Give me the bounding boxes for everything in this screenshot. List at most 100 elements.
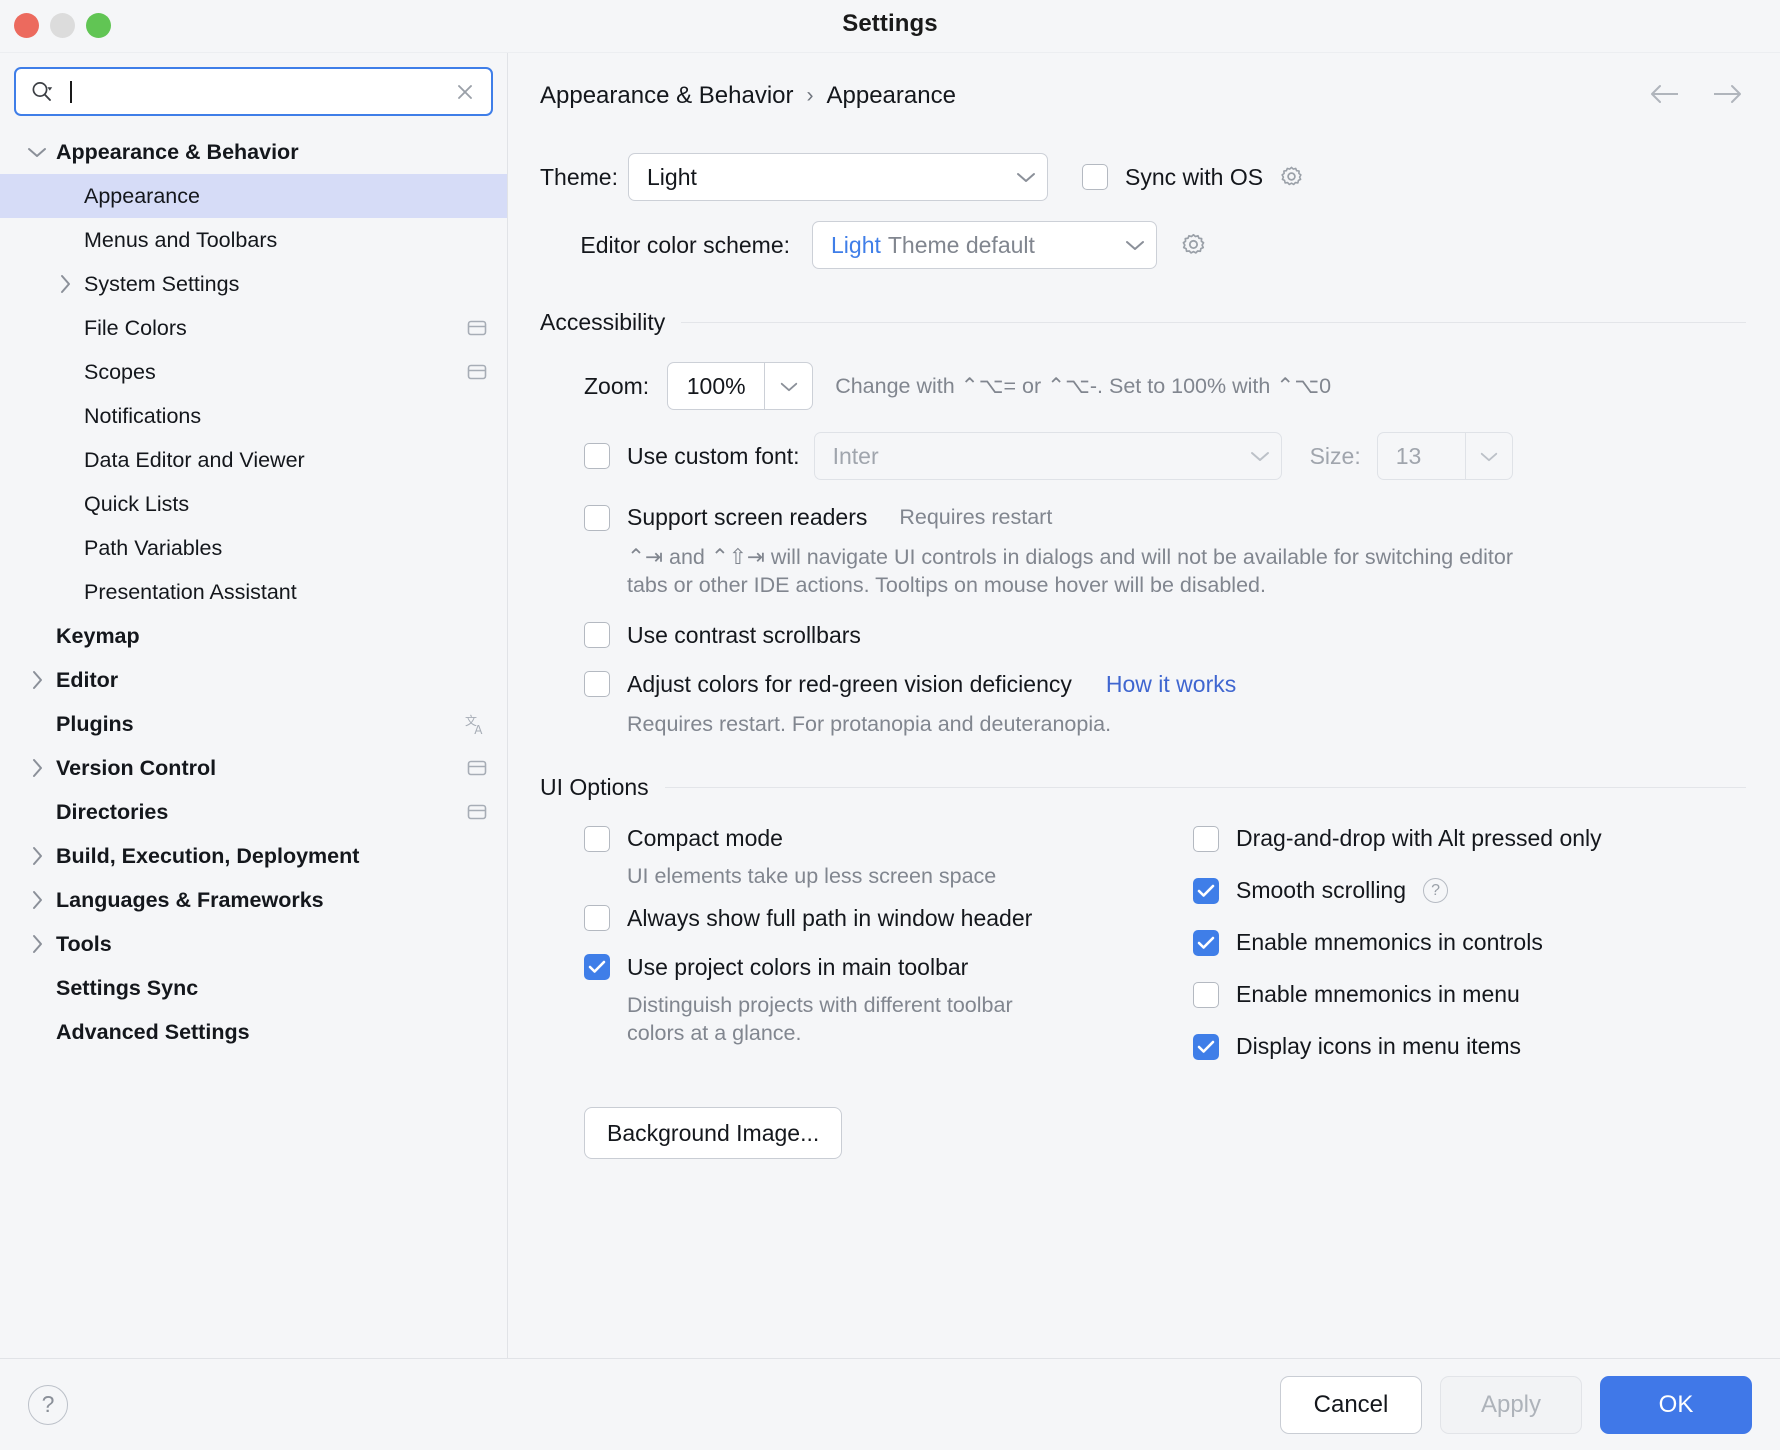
adjust-colors-label: Adjust colors for red-green vision defic… bbox=[627, 671, 1072, 698]
ok-button[interactable]: OK bbox=[1600, 1376, 1752, 1434]
ui-option-checkbox[interactable] bbox=[1193, 930, 1219, 956]
chevron-down-icon[interactable] bbox=[764, 363, 812, 409]
checkbox-row[interactable]: Always show full path in window header bbox=[584, 905, 1193, 932]
chevron-right-icon[interactable] bbox=[50, 269, 80, 299]
search-box[interactable] bbox=[14, 67, 493, 116]
checkbox-row[interactable]: Enable mnemonics in controls bbox=[1193, 929, 1750, 956]
gear-icon[interactable] bbox=[1275, 160, 1309, 194]
sidebar-item-editor[interactable]: Editor bbox=[0, 658, 507, 702]
checkbox-row[interactable]: Smooth scrolling? bbox=[1193, 877, 1750, 904]
sidebar-item-directories[interactable]: Directories bbox=[0, 790, 507, 834]
adjust-colors-checkbox[interactable] bbox=[584, 671, 610, 697]
project-scope-icon bbox=[465, 316, 489, 340]
zoom-stepper[interactable]: 100% bbox=[667, 362, 813, 410]
red-green-row[interactable]: Adjust colors for red-green vision defic… bbox=[538, 671, 1750, 698]
chevron-right-icon[interactable] bbox=[22, 753, 52, 783]
chevron-down-icon[interactable] bbox=[1465, 433, 1512, 479]
screen-readers-row[interactable]: Support screen readers Requires restart bbox=[538, 504, 1750, 531]
sidebar-item-appearance-behavior[interactable]: Appearance & Behavior bbox=[0, 130, 507, 174]
ui-options-left-column: Compact modeUI elements take up less scr… bbox=[538, 825, 1193, 1085]
use-contrast-scrollbars-row[interactable]: Use contrast scrollbars bbox=[584, 622, 861, 649]
help-icon[interactable]: ? bbox=[1423, 878, 1448, 903]
contrast-scrollbars-row[interactable]: Use contrast scrollbars bbox=[538, 622, 1750, 649]
sidebar-item-scopes[interactable]: Scopes bbox=[0, 350, 507, 394]
sidebar-item-plugins[interactable]: Plugins文A bbox=[0, 702, 507, 746]
sidebar-item-languages-frameworks[interactable]: Languages & Frameworks bbox=[0, 878, 507, 922]
sidebar-item-appearance[interactable]: Appearance bbox=[0, 174, 507, 218]
background-image-button[interactable]: Background Image... bbox=[584, 1107, 842, 1159]
close-icon[interactable] bbox=[451, 78, 479, 106]
editor-color-scheme-select[interactable]: Light Theme default bbox=[812, 221, 1157, 269]
zoom-hint: Change with ⌃⌥= or ⌃⌥-. Set to 100% with… bbox=[835, 374, 1331, 399]
support-screen-readers-row[interactable]: Support screen readers bbox=[584, 504, 867, 531]
font-size-value[interactable]: 13 bbox=[1378, 433, 1465, 479]
font-size-stepper[interactable]: 13 bbox=[1377, 432, 1513, 480]
apply-button[interactable]: Apply bbox=[1440, 1376, 1582, 1434]
sidebar-item-menus-and-toolbars[interactable]: Menus and Toolbars bbox=[0, 218, 507, 262]
checkbox-row[interactable]: Display icons in menu items bbox=[1193, 1033, 1750, 1060]
how-it-works-link[interactable]: How it works bbox=[1106, 671, 1236, 698]
checkbox-row[interactable]: Compact mode bbox=[584, 825, 1193, 852]
editor-color-scheme-label: Editor color scheme: bbox=[540, 232, 812, 259]
ui-option-checkbox[interactable] bbox=[1193, 878, 1219, 904]
ui-option-checkbox[interactable] bbox=[584, 954, 610, 980]
use-contrast-scrollbars-checkbox[interactable] bbox=[584, 622, 610, 648]
editor-color-scheme-row: Editor color scheme: Light Theme default bbox=[538, 221, 1750, 269]
editor-color-scheme-value-rest: Theme default bbox=[888, 232, 1035, 259]
sidebar-item-version-control[interactable]: Version Control bbox=[0, 746, 507, 790]
sidebar-item-label: Keymap bbox=[56, 624, 140, 649]
screen-readers-description: ⌃⇥ and ⌃⇧⇥ will navigate UI controls in … bbox=[538, 543, 1750, 600]
ui-options-section-title: UI Options bbox=[540, 774, 649, 801]
ui-option-checkbox[interactable] bbox=[1193, 982, 1219, 1008]
sidebar-item-notifications[interactable]: Notifications bbox=[0, 394, 507, 438]
checkbox-row[interactable]: Enable mnemonics in menu bbox=[1193, 981, 1750, 1008]
gear-icon[interactable] bbox=[1177, 228, 1211, 262]
sidebar-item-label: Notifications bbox=[84, 404, 201, 429]
chevron-right-icon[interactable] bbox=[22, 841, 52, 871]
sync-with-os-row[interactable]: Sync with OS bbox=[1082, 164, 1263, 191]
chevron-right-icon[interactable] bbox=[22, 665, 52, 695]
settings-tree[interactable]: Appearance & BehaviorAppearanceMenus and… bbox=[0, 128, 507, 1358]
sidebar-item-path-variables[interactable]: Path Variables bbox=[0, 526, 507, 570]
accessibility-section-title: Accessibility bbox=[540, 309, 665, 336]
theme-select[interactable]: Light bbox=[628, 153, 1048, 201]
chevron-down-icon[interactable] bbox=[22, 137, 52, 167]
sidebar-item-file-colors[interactable]: File Colors bbox=[0, 306, 507, 350]
ui-option-checkbox[interactable] bbox=[584, 826, 610, 852]
breadcrumb: Appearance & Behavior › Appearance bbox=[538, 53, 1750, 139]
sidebar-item-advanced-settings[interactable]: Advanced Settings bbox=[0, 1010, 507, 1054]
sidebar-item-keymap[interactable]: Keymap bbox=[0, 614, 507, 658]
custom-font-select[interactable]: Inter bbox=[814, 432, 1282, 480]
sidebar-item-data-editor-and-viewer[interactable]: Data Editor and Viewer bbox=[0, 438, 507, 482]
sidebar-item-build-execution-deployment[interactable]: Build, Execution, Deployment bbox=[0, 834, 507, 878]
sidebar-item-tools[interactable]: Tools bbox=[0, 922, 507, 966]
question-mark-icon[interactable]: ? bbox=[28, 1385, 68, 1425]
chevron-right-icon[interactable] bbox=[22, 885, 52, 915]
breadcrumb-root[interactable]: Appearance & Behavior bbox=[540, 82, 794, 110]
zoom-value[interactable]: 100% bbox=[668, 363, 764, 409]
search-icon bbox=[28, 78, 56, 106]
sidebar-item-settings-sync[interactable]: Settings Sync bbox=[0, 966, 507, 1010]
sidebar-item-label: Tools bbox=[56, 932, 112, 957]
sidebar-item-quick-lists[interactable]: Quick Lists bbox=[0, 482, 507, 526]
ui-option-checkbox[interactable] bbox=[584, 905, 610, 931]
sidebar-item-presentation-assistant[interactable]: Presentation Assistant bbox=[0, 570, 507, 614]
search-input[interactable] bbox=[56, 69, 451, 114]
arrow-left-icon[interactable] bbox=[1648, 82, 1682, 111]
sync-with-os-checkbox[interactable] bbox=[1082, 164, 1108, 190]
sidebar-item-label: Presentation Assistant bbox=[84, 580, 297, 605]
adjust-colors-row[interactable]: Adjust colors for red-green vision defic… bbox=[584, 671, 1072, 698]
support-screen-readers-checkbox[interactable] bbox=[584, 505, 610, 531]
checkbox-row[interactable]: Use project colors in main toolbar bbox=[584, 954, 1193, 981]
arrow-right-icon[interactable] bbox=[1710, 82, 1744, 111]
use-custom-font-checkbox[interactable] bbox=[584, 443, 610, 469]
sidebar-item-system-settings[interactable]: System Settings bbox=[0, 262, 507, 306]
chevron-right-icon[interactable] bbox=[22, 929, 52, 959]
use-custom-font-row[interactable]: Use custom font: bbox=[584, 443, 800, 470]
editor-color-scheme-value-accent: Light bbox=[831, 232, 881, 259]
theme-row: Theme: Light Sync with OS bbox=[538, 153, 1750, 201]
ui-option-checkbox[interactable] bbox=[1193, 1034, 1219, 1060]
ui-option-checkbox[interactable] bbox=[1193, 826, 1219, 852]
cancel-button[interactable]: Cancel bbox=[1280, 1376, 1422, 1434]
checkbox-row[interactable]: Drag-and-drop with Alt pressed only bbox=[1193, 825, 1750, 852]
